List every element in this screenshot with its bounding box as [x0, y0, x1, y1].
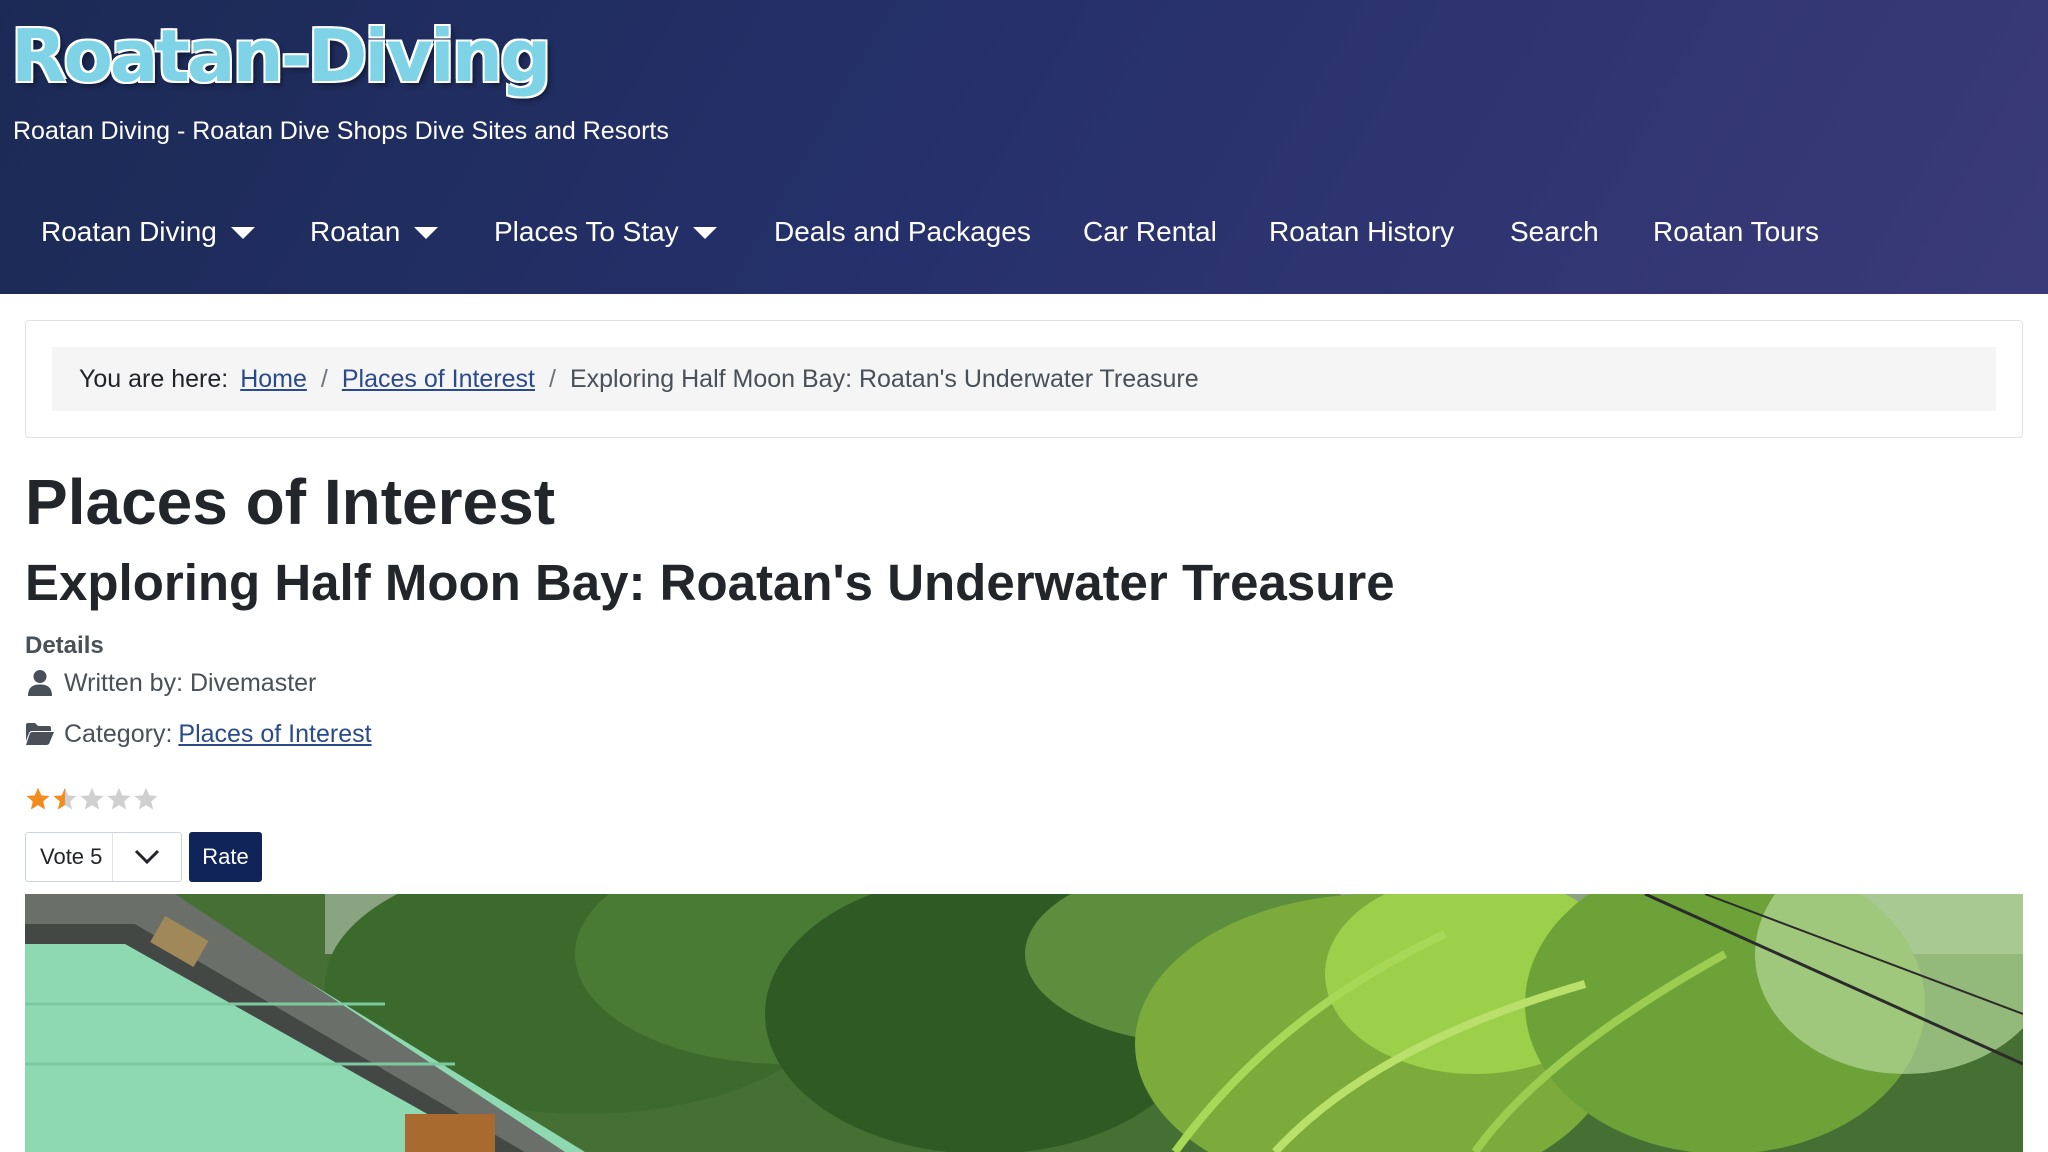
breadcrumb-home-link[interactable]: Home	[240, 365, 307, 394]
breadcrumb-separator: /	[549, 364, 556, 393]
breadcrumb-separator: /	[320, 364, 328, 393]
star-empty-icon	[134, 787, 158, 810]
nav-item-label: Roatan History	[1269, 216, 1455, 247]
caret-down-icon	[414, 227, 439, 239]
breadcrumb: You are here: Home / Places of Interest …	[52, 347, 1996, 411]
star-empty-icon	[107, 787, 131, 810]
details-heading: Details	[25, 632, 104, 659]
vote-select[interactable]: Vote 5	[25, 832, 182, 882]
nav-item-label: Search	[1510, 216, 1599, 247]
rate-button[interactable]: Rate	[189, 832, 262, 882]
nav-item-label: Car Rental	[1083, 216, 1217, 247]
page-title: Places of Interest	[25, 466, 555, 538]
nav-item-car-rental[interactable]: Car Rental	[1083, 206, 1217, 258]
caret-down-icon	[692, 227, 717, 239]
caret-down-icon	[230, 227, 255, 239]
breadcrumb-places-of-interest-link[interactable]: Places of Interest	[342, 365, 535, 394]
breadcrumb-current: Exploring Half Moon Bay: Roatan's Underw…	[569, 364, 1199, 393]
nav-item-places-to-stay[interactable]: Places To Stay	[494, 206, 717, 258]
breadcrumb-label: You are here:	[79, 364, 229, 393]
nav-item-roatan-diving[interactable]: Roatan Diving	[41, 206, 255, 258]
article-image	[25, 894, 2023, 1152]
site-header: Roatan-Diving Roatan Diving - Roatan Div…	[0, 0, 2048, 294]
nav-item-roatan-history[interactable]: Roatan History	[1269, 206, 1454, 258]
author-row: Written by: Divemaster	[25, 668, 316, 698]
nav-item-label: Deals and Packages	[774, 216, 1031, 247]
nav-item-roatan[interactable]: Roatan	[310, 206, 439, 258]
nav-item-label: Roatan	[310, 216, 401, 247]
category-label: Category:	[64, 719, 173, 748]
chevron-down-icon	[113, 849, 181, 865]
nav-item-label: Places To Stay	[494, 216, 679, 247]
site-tagline: Roatan Diving - Roatan Dive Shops Dive S…	[13, 117, 669, 145]
star-filled-icon	[26, 787, 50, 810]
nav-item-roatan-tours[interactable]: Roatan Tours	[1653, 206, 1819, 258]
breadcrumb-container: You are here: Home / Places of Interest …	[25, 320, 2023, 438]
user-icon	[25, 668, 55, 698]
article-title: Exploring Half Moon Bay: Roatan's Underw…	[25, 554, 1395, 611]
nav-item-label: Roatan Diving	[41, 216, 217, 247]
nav-item-search[interactable]: Search	[1510, 206, 1599, 258]
vote-select-value: Vote 5	[40, 844, 103, 869]
site-logo[interactable]: Roatan-Diving	[11, 20, 551, 92]
category-link[interactable]: Places of Interest	[178, 720, 371, 749]
category-row: Category: Places of Interest	[25, 719, 372, 749]
folder-open-icon	[25, 719, 55, 749]
nav-item-deals-and-packages[interactable]: Deals and Packages	[774, 206, 1031, 258]
author-text: Written by: Divemaster	[64, 668, 317, 697]
star-empty-icon	[80, 787, 104, 810]
nav-item-label: Roatan Tours	[1653, 216, 1820, 247]
rating-stars	[25, 786, 159, 812]
star-half-icon	[53, 787, 77, 810]
main-nav: Roatan Diving Roatan Places To Stay Deal…	[0, 206, 2048, 258]
